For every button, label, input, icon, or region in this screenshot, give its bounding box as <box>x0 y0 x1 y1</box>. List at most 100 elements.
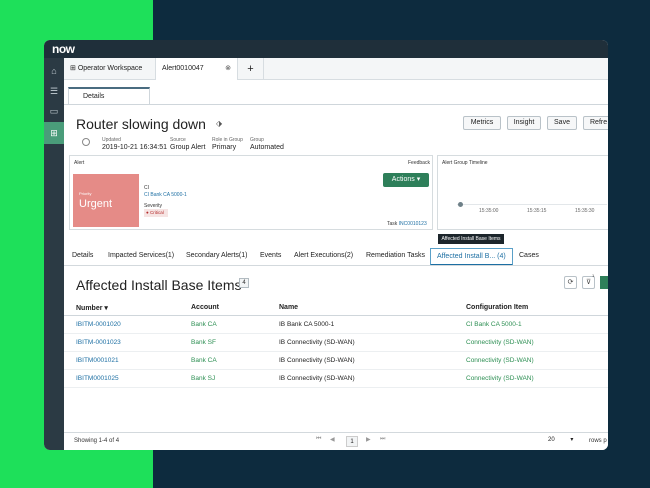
source-label: Source <box>170 137 186 143</box>
tabs-divider <box>64 265 608 266</box>
tab-events[interactable]: Events <box>260 248 281 266</box>
save-button[interactable]: Save <box>547 116 577 130</box>
task-field: Task INC0010123 <box>387 221 427 227</box>
severity-badge: ● Critical <box>144 209 168 217</box>
tab-alert-executions[interactable]: Alert Executions(2) <box>294 248 353 266</box>
last-page-icon[interactable]: ⏭ <box>380 436 385 443</box>
top-bar: now <box>44 40 608 58</box>
role-label: Role in Group <box>212 137 243 143</box>
grid-icon: ⊞ <box>70 65 76 72</box>
task-label: Task <box>387 221 398 227</box>
alert-card-header: Alert <box>74 160 85 166</box>
tab-cases[interactable]: Cases <box>519 248 539 266</box>
column-account[interactable]: Account <box>191 301 279 316</box>
insight-button[interactable]: Insight <box>507 116 541 130</box>
sort-desc-icon: ▾ <box>104 304 108 312</box>
tab-remediation-tasks[interactable]: Remediation Tasks <box>366 248 425 266</box>
priority-tile: Priority Urgent <box>73 174 139 227</box>
ci-link[interactable]: CI Bank CA 5000-1 <box>144 192 187 198</box>
tab-operator-workspace[interactable]: ⊞ Operator Workspace <box>64 58 156 80</box>
column-configuration-item[interactable]: Configuration Item <box>466 301 608 316</box>
list-icon[interactable]: ☰ <box>47 84 61 98</box>
actions-button[interactable]: Actions ▾ <box>383 173 429 187</box>
list-footer: Showing 1-4 of 4 ⏮ ◀ 1 ▶ ⏭ 20 ▾ rows p <box>64 432 608 450</box>
tab-details-record[interactable]: Details <box>72 248 93 266</box>
row-number-link[interactable]: IBITM0001025 <box>64 369 191 388</box>
timeline-tick-1: 15:35:00 <box>479 208 499 214</box>
updated-value: 2019-10-21 16:34:51 <box>102 144 167 151</box>
first-page-icon[interactable]: ⏮ <box>316 436 321 443</box>
table-row: IBITM-0001020 Bank CA IB Bank CA 5000-1 … <box>64 315 608 334</box>
now-logo: now <box>52 42 75 56</box>
row-number-link[interactable]: IBITM-0001023 <box>64 333 191 352</box>
affected-items-table: Number ▾ Account Name Configuration Item… <box>64 301 608 388</box>
column-number-label: Number <box>76 304 103 312</box>
timeline-event-marker[interactable] <box>458 202 463 207</box>
workspace-grid-icon[interactable]: ⊞ <box>44 122 64 144</box>
row-name: IB Bank CA 5000-1 <box>279 315 466 334</box>
row-ci-link[interactable]: CI Bank CA 5000-1 <box>466 315 608 334</box>
row-ci-link[interactable]: Connectivity (SD-WAN) <box>466 369 608 388</box>
row-name: IB Connectivity (SD-WAN) <box>279 351 466 370</box>
ci-label: CI <box>144 185 149 191</box>
tab-affected-install-base[interactable]: Affected Install B... (4) <box>430 248 513 266</box>
task-link[interactable]: INC0010123 <box>399 221 427 227</box>
app-window: now ⌂ ☰ ▭ ⊞ ⊞ Operator Workspace Alert00… <box>44 40 608 450</box>
close-tab-icon[interactable]: ⊗ <box>225 58 231 80</box>
timeline-tick-2: 15:35:15 <box>527 208 547 214</box>
priority-label: Priority <box>79 191 92 196</box>
check-circle-icon <box>82 138 90 146</box>
divider <box>64 104 608 105</box>
group-value: Automated <box>250 144 284 151</box>
tab-details[interactable]: Details <box>68 87 150 105</box>
refresh-list-icon[interactable]: ⟳ <box>564 276 577 289</box>
updated-label: Updated <box>102 137 121 143</box>
rows-per-page-value: 20 <box>548 437 555 443</box>
refresh-button[interactable]: Refre <box>583 116 608 130</box>
row-account-link[interactable]: Bank SJ <box>191 369 279 388</box>
list-count-badge: 4 <box>239 278 249 288</box>
next-page-icon[interactable]: ▶ <box>366 436 371 443</box>
row-number-link[interactable]: IBITM-0001020 <box>64 315 191 334</box>
tab-impacted-services[interactable]: Impacted Services(1) <box>108 248 174 266</box>
current-page[interactable]: 1 <box>346 436 358 447</box>
role-value: Primary <box>212 144 237 151</box>
metrics-button[interactable]: Metrics <box>463 116 501 130</box>
tag-icon[interactable]: ⬗ <box>216 119 222 128</box>
row-number-link[interactable]: IBITM0001021 <box>64 351 191 370</box>
tab-alert-record[interactable]: Alert0010047 ⊗ <box>156 58 238 80</box>
priority-value: Urgent <box>79 198 113 210</box>
inbox-icon[interactable]: ▭ <box>47 104 61 118</box>
chevron-down-icon: ▾ <box>570 437 574 443</box>
record-title: Router slowing down <box>76 116 206 132</box>
add-tab-button[interactable]: + <box>238 58 264 80</box>
showing-count: Showing 1-4 of 4 <box>74 438 120 444</box>
row-name: IB Connectivity (SD-WAN) <box>279 369 466 388</box>
column-name[interactable]: Name <box>279 301 466 316</box>
workspace-tab-strip: ⊞ Operator Workspace Alert0010047 ⊗ + <box>64 58 608 80</box>
table-row: IBITM0001021 Bank CA IB Connectivity (SD… <box>64 351 608 370</box>
severity-value: Critical <box>149 210 164 215</box>
filter-count-badge: 1 <box>592 273 595 278</box>
actions-label: Actions <box>391 176 415 183</box>
prev-page-icon[interactable]: ◀ <box>330 436 335 443</box>
new-record-button[interactable] <box>600 276 608 289</box>
row-ci-link[interactable]: Connectivity (SD-WAN) <box>466 351 608 370</box>
timeline-card: Alert Group Timeline <box>437 155 608 230</box>
side-rail: ⌂ ☰ ▭ ⊞ <box>44 58 64 450</box>
row-account-link[interactable]: Bank CA <box>191 315 279 334</box>
timeline-axis <box>457 204 607 205</box>
rows-per-page-select[interactable]: 20 ▾ <box>548 436 588 447</box>
row-account-link[interactable]: Bank SF <box>191 333 279 352</box>
list-title: Affected Install Base Items <box>76 277 242 293</box>
table-row: IBITM-0001023 Bank SF IB Connectivity (S… <box>64 333 608 352</box>
home-icon[interactable]: ⌂ <box>47 64 61 78</box>
feedback-link[interactable]: Feedback <box>408 160 430 166</box>
row-ci-link[interactable]: Connectivity (SD-WAN) <box>466 333 608 352</box>
rows-per-page-label: rows p <box>589 438 607 444</box>
row-account-link[interactable]: Bank CA <box>191 351 279 370</box>
timeline-header: Alert Group Timeline <box>442 160 488 166</box>
tab-operator-workspace-label: Operator Workspace <box>77 65 143 72</box>
tab-secondary-alerts[interactable]: Secondary Alerts(1) <box>186 248 247 266</box>
column-number[interactable]: Number ▾ <box>64 301 191 316</box>
